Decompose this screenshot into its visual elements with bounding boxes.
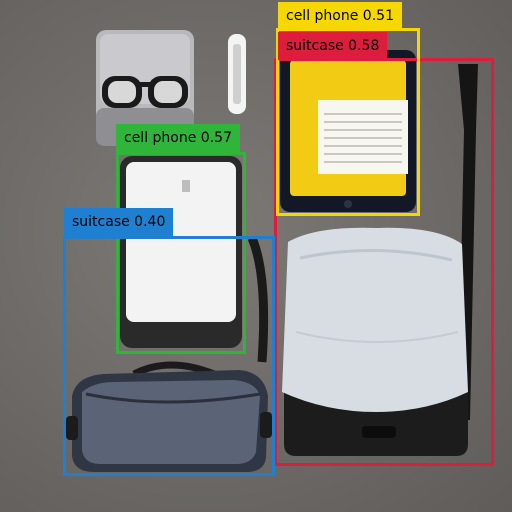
- detection-label-suitcase-040: suitcase 0.40: [64, 208, 174, 236]
- detection-label-cell-phone-057: cell phone 0.57: [116, 124, 240, 152]
- photo-scene: cell phone 0.51 suitcase 0.58 cell phone…: [0, 0, 512, 512]
- pen: [228, 34, 246, 114]
- detection-label-cell-phone-051: cell phone 0.51: [278, 2, 402, 30]
- detection-box-suitcase-040: [63, 236, 275, 476]
- eyeglasses: [102, 76, 188, 108]
- detection-label-suitcase-058: suitcase 0.58: [278, 32, 388, 60]
